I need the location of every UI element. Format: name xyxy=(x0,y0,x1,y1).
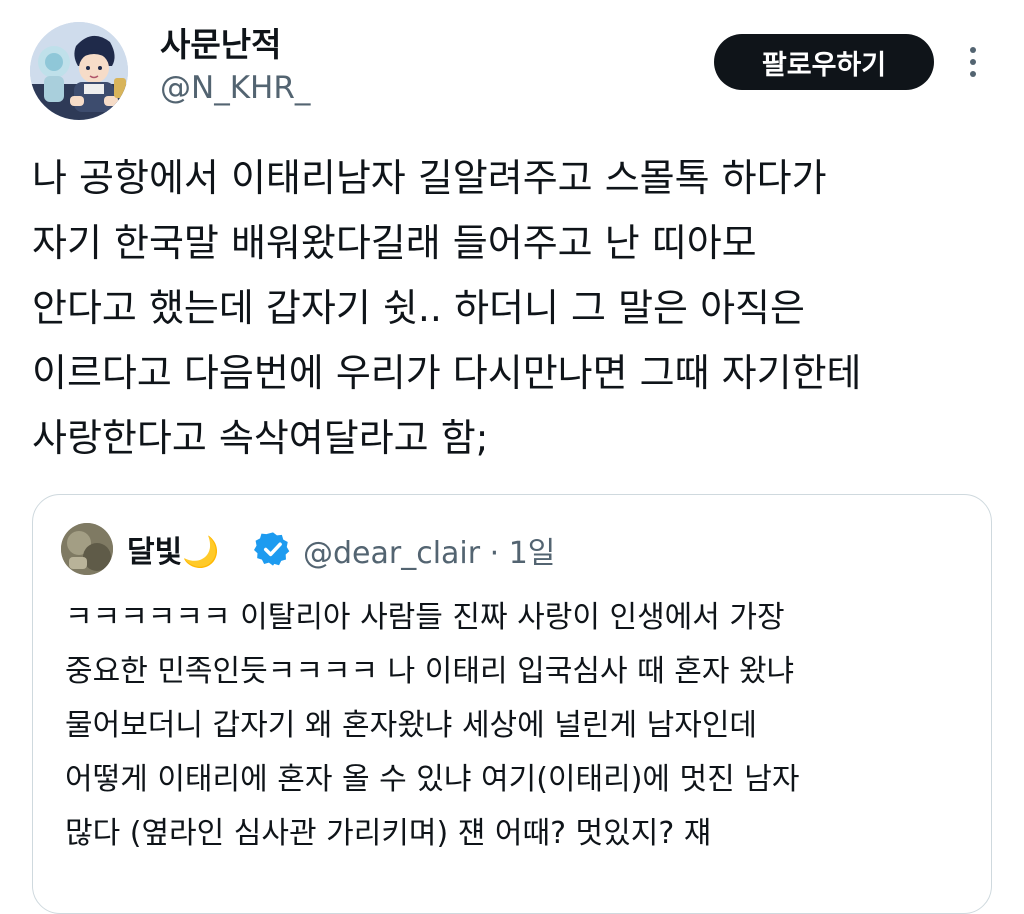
tweet-text: 나 공항에서 이태리남자 길알려주고 스몰톡 하다가 자기 한국말 배워왔다길래… xyxy=(32,156,862,460)
author-handle[interactable]: @N_KHR_ xyxy=(160,70,310,106)
author-display-name[interactable]: 사문난적 xyxy=(160,18,281,66)
verified-badge-icon xyxy=(254,532,290,566)
quoted-author-avatar[interactable] xyxy=(61,523,113,575)
quoted-tweet-card[interactable]: 달빛🌙 @dear_clair · 1일 ㅋㅋㅋㅋㅋㅋ 이탈리아 사람들 진짜 … xyxy=(32,494,992,914)
author-avatar[interactable] xyxy=(30,22,128,120)
quoted-avatar-image xyxy=(61,523,113,575)
avatar-illustration xyxy=(30,22,128,120)
quoted-author-name[interactable]: 달빛🌙 xyxy=(127,527,220,571)
quoted-author-handle-time[interactable]: @dear_clair · 1일 xyxy=(303,528,555,572)
more-options-icon[interactable] xyxy=(958,40,988,84)
quoted-tweet-text: ㅋㅋㅋㅋㅋㅋ 이탈리아 사람들 진짜 사랑이 인생에서 가장 중요한 민족인듯ㅋ… xyxy=(65,600,800,851)
follow-button[interactable]: 팔로우하기 xyxy=(714,34,934,90)
